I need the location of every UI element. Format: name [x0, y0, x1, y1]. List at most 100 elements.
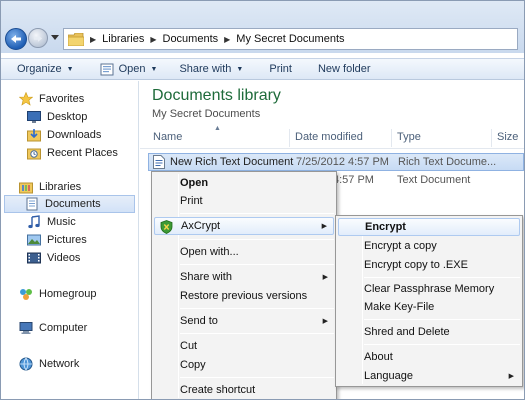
videos-icon: [27, 252, 41, 264]
breadcrumb-my-secret-documents[interactable]: My Secret Documents: [236, 33, 344, 45]
column-divider[interactable]: [391, 129, 392, 147]
menu-item-restore-previous-label: Restore previous versions: [180, 290, 308, 302]
pictures-icon: [27, 234, 41, 246]
menu-item-language[interactable]: Language ▶: [338, 367, 520, 385]
forward-arrow-icon: [33, 34, 43, 42]
new-folder-button[interactable]: New folder: [318, 63, 371, 75]
menu-item-clear-passphrase-memory[interactable]: Clear Passphrase Memory: [338, 280, 520, 298]
file-row[interactable]: New Rich Text Document 7/25/2012 4:57 PM…: [148, 153, 524, 171]
menu-item-open-with[interactable]: Open with...: [154, 243, 334, 261]
menu-item-clear-passphrase-label: Clear Passphrase Memory: [364, 283, 495, 295]
column-header-row: ▲ Name Date modified Type Size: [140, 125, 524, 149]
nav-downloads[interactable]: Downloads: [27, 126, 101, 144]
share-with-button[interactable]: Share with ▼: [179, 63, 243, 75]
nav-libraries[interactable]: Libraries: [19, 178, 81, 196]
nav-computer[interactable]: Computer: [19, 319, 87, 337]
menu-item-encrypt-copy-exe-label: Encrypt copy to .EXE: [364, 259, 468, 271]
menu-item-language-label: Language: [364, 370, 413, 382]
nav-downloads-label: Downloads: [47, 129, 102, 141]
breadcrumb[interactable]: ▶ Libraries ▶ Documents ▶ My Secret Docu…: [63, 28, 518, 50]
nav-favorites[interactable]: Favorites: [19, 90, 84, 108]
organize-button[interactable]: Organize ▼: [17, 63, 74, 75]
library-title: Documents library: [152, 87, 281, 104]
file-type: Rich Text Docume...: [398, 156, 497, 168]
document-icon: [100, 63, 114, 76]
nav-homegroup[interactable]: Homegroup: [19, 285, 96, 303]
menu-item-encrypt-copy-exe[interactable]: Encrypt copy to .EXE: [338, 256, 520, 274]
menu-item-print[interactable]: Print: [154, 192, 334, 210]
back-arrow-icon: [11, 35, 21, 43]
print-label: Print: [269, 63, 292, 75]
column-header-date-modified[interactable]: Date modified: [295, 131, 363, 143]
menu-item-make-key-file[interactable]: Make Key-File: [338, 298, 520, 316]
menu-item-axcrypt[interactable]: AxCrypt ▶: [154, 217, 334, 235]
menu-item-send-to[interactable]: Send to ▶: [154, 312, 334, 330]
sort-ascending-icon: ▲: [214, 125, 221, 132]
menu-item-shred-and-delete-label: Shred and Delete: [364, 326, 450, 338]
menu-item-share-with-label: Share with: [180, 271, 232, 283]
menu-item-axcrypt-label: AxCrypt: [181, 220, 221, 232]
nav-music[interactable]: Music: [27, 213, 76, 231]
nav-network[interactable]: Network: [19, 355, 79, 373]
breadcrumb-arrow-icon[interactable]: ▶: [90, 35, 96, 44]
command-bar: Organize ▼ Open ▼ Share with ▼ Print New…: [1, 58, 524, 80]
nav-pictures-label: Pictures: [47, 234, 87, 246]
breadcrumb-documents[interactable]: Documents: [163, 33, 219, 45]
documents-icon: [26, 197, 38, 211]
breadcrumb-libraries[interactable]: Libraries: [102, 33, 144, 45]
menu-item-shred-and-delete[interactable]: Shred and Delete: [338, 323, 520, 341]
menu-item-cut[interactable]: Cut: [154, 337, 334, 355]
menu-item-encrypt[interactable]: Encrypt: [338, 218, 520, 236]
star-icon: [19, 92, 33, 106]
library-subtitle: My Secret Documents: [152, 108, 261, 120]
address-bar: ▶ Libraries ▶ Documents ▶ My Secret Docu…: [1, 1, 524, 53]
nav-recent-places[interactable]: Recent Places: [27, 144, 118, 162]
chevron-down-icon: ▼: [150, 65, 158, 73]
menu-separator: [364, 277, 520, 278]
downloads-icon: [27, 129, 41, 142]
menu-separator: [364, 319, 520, 320]
nav-desktop[interactable]: Desktop: [27, 108, 87, 126]
new-folder-label: New folder: [317, 63, 371, 75]
column-header-type[interactable]: Type: [397, 131, 421, 143]
menu-item-print-label: Print: [180, 195, 203, 207]
submenu-arrow-icon: ▶: [321, 223, 327, 230]
nav-recent-places-label: Recent Places: [47, 147, 118, 159]
file-date: 4:57 PM: [333, 174, 374, 186]
recent-pages-dropdown-icon[interactable]: [51, 35, 59, 41]
nav-pictures[interactable]: Pictures: [27, 231, 87, 249]
navigation-pane: Favorites Desktop Downloads Recent Place…: [1, 81, 139, 399]
menu-item-share-with[interactable]: Share with ▶: [154, 268, 334, 286]
file-date: 7/25/2012 4:57 PM: [296, 156, 389, 168]
menu-item-cut-label: Cut: [180, 340, 198, 352]
nav-documents[interactable]: Documents: [4, 195, 135, 213]
menu-separator: [180, 213, 334, 214]
column-header-size[interactable]: Size: [497, 131, 518, 143]
back-button[interactable]: [5, 28, 27, 50]
breadcrumb-arrow-icon[interactable]: ▶: [224, 35, 230, 44]
menu-item-about[interactable]: About: [338, 348, 520, 366]
menu-item-create-shortcut[interactable]: Create shortcut: [154, 381, 334, 399]
column-divider[interactable]: [491, 129, 492, 147]
column-divider[interactable]: [289, 129, 290, 147]
open-button[interactable]: Open ▼: [100, 62, 158, 76]
nav-documents-label: Documents: [45, 198, 101, 210]
breadcrumb-arrow-icon[interactable]: ▶: [150, 35, 156, 44]
column-header-name[interactable]: Name: [153, 131, 182, 143]
nav-homegroup-label: Homegroup: [39, 288, 97, 300]
menu-item-create-shortcut-label: Create shortcut: [180, 384, 256, 396]
submenu-arrow-icon: ▶: [322, 274, 328, 281]
computer-icon: [19, 322, 33, 334]
explorer-window: ▶ Libraries ▶ Documents ▶ My Secret Docu…: [0, 0, 525, 400]
menu-item-restore-previous-versions[interactable]: Restore previous versions: [154, 287, 334, 305]
forward-button[interactable]: [28, 28, 48, 48]
print-button[interactable]: Print: [269, 63, 292, 75]
chevron-down-icon: ▼: [66, 65, 74, 73]
chevron-down-icon: ▼: [236, 65, 244, 73]
menu-item-open[interactable]: Open: [154, 174, 334, 192]
nav-videos[interactable]: Videos: [27, 249, 80, 267]
menu-item-encrypt-copy[interactable]: Encrypt a copy: [338, 237, 520, 255]
menu-item-copy[interactable]: Copy: [154, 356, 334, 374]
rich-text-document-icon: [153, 155, 165, 169]
menu-item-send-to-label: Send to: [180, 315, 218, 327]
